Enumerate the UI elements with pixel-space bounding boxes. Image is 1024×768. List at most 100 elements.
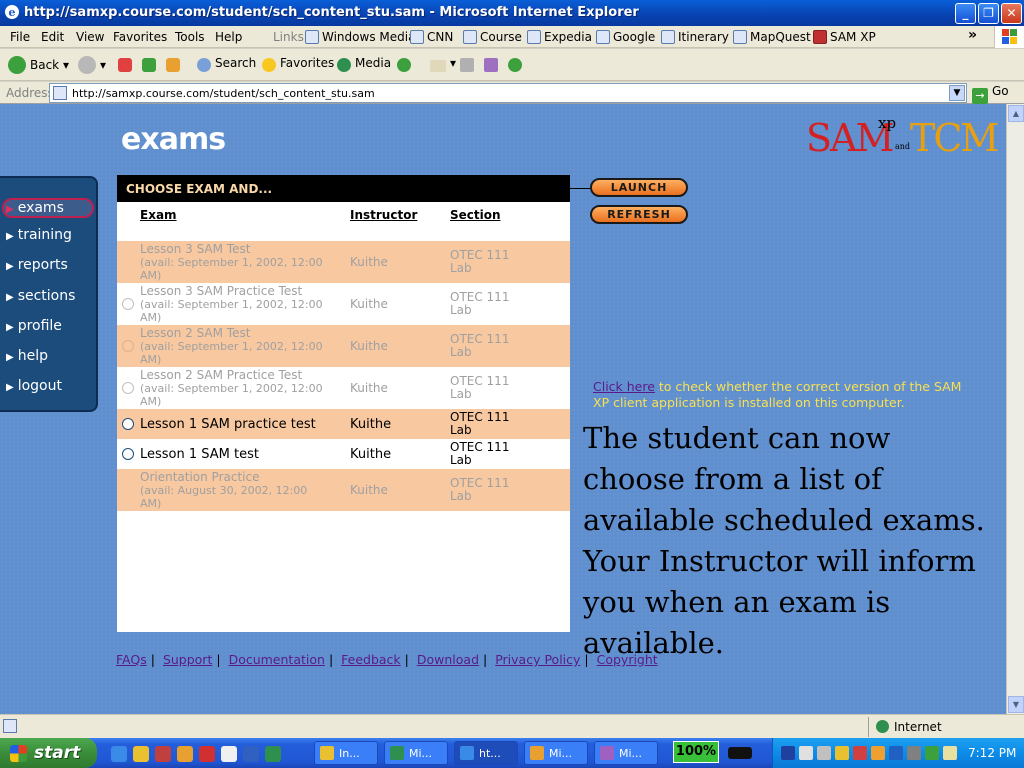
history-button[interactable] [397, 56, 415, 72]
menu-help[interactable]: Help [215, 30, 242, 44]
column-header-exam[interactable]: Exam [140, 208, 177, 222]
favorites-button[interactable]: Favorites [262, 56, 334, 72]
back-button[interactable]: Back ▾ [8, 56, 69, 74]
status-bar: Internet [0, 714, 1024, 738]
client-check-link[interactable]: Click here [593, 379, 655, 394]
star-icon [262, 58, 276, 72]
menu-file[interactable]: File [10, 30, 30, 44]
tray-app-icon[interactable] [853, 746, 867, 760]
address-dropdown-button[interactable]: ▼ [949, 85, 965, 101]
play-arrow-icon: ▶ [6, 231, 14, 242]
nav-exams[interactable]: ▶ exams [2, 198, 94, 218]
nav-help[interactable]: ▶ help [6, 348, 48, 364]
edit-button[interactable] [484, 56, 502, 72]
link-cnn[interactable]: CNN [410, 30, 453, 44]
folder-quicklaunch-icon[interactable] [177, 746, 193, 762]
messenger-icon [508, 58, 522, 72]
powerpoint-quicklaunch-icon[interactable] [199, 746, 215, 762]
minimize-button[interactable]: _ [955, 3, 976, 24]
column-header-instructor[interactable]: Instructor [350, 208, 417, 222]
forward-button[interactable]: ▾ [78, 56, 106, 74]
refresh-button[interactable]: REFRESH [590, 205, 688, 224]
links-more-chevron[interactable]: » [968, 27, 977, 43]
tray-network-icon[interactable] [817, 746, 831, 760]
history-icon [397, 58, 411, 72]
taskbar-item-powerpoint[interactable]: Mi... [524, 741, 588, 765]
ie-quicklaunch-icon[interactable] [111, 746, 127, 762]
go-button[interactable]: → Go [972, 84, 1009, 104]
sam-icon [813, 30, 827, 44]
menu-edit[interactable]: Edit [41, 30, 64, 44]
taskbar-item-app[interactable]: Mi... [594, 741, 658, 765]
powerpoint-icon [530, 746, 544, 760]
footer-link-feedback[interactable]: Feedback [341, 652, 401, 667]
nav-logout[interactable]: ▶ logout [6, 378, 62, 394]
start-button[interactable]: start [0, 738, 97, 768]
exam-radio-button[interactable] [122, 418, 134, 430]
taskbar-item-browser[interactable]: ht... [454, 741, 518, 765]
link-windows-media[interactable]: Windows Media [305, 30, 415, 44]
nav-training[interactable]: ▶ training [6, 227, 72, 243]
battery-icon[interactable] [728, 747, 752, 759]
media-button[interactable]: Media [337, 56, 391, 72]
media-quicklaunch-icon[interactable] [155, 746, 171, 762]
address-label: Address [6, 86, 54, 100]
home-button[interactable] [166, 56, 184, 72]
tray-app-icon[interactable] [871, 746, 885, 760]
column-header-section[interactable]: Section [450, 208, 501, 222]
footer-link-documentation[interactable]: Documentation [229, 652, 325, 667]
exam-radio-button[interactable] [122, 340, 134, 352]
messenger-button[interactable] [508, 56, 526, 72]
menu-favorites[interactable]: Favorites [113, 30, 167, 44]
stop-button[interactable] [118, 56, 136, 72]
scroll-up-arrow-icon[interactable]: ▲ [1008, 105, 1024, 122]
tray-app-icon[interactable] [907, 746, 921, 760]
tray-app-icon[interactable] [781, 746, 795, 760]
link-mapquest[interactable]: MapQuest [733, 30, 811, 44]
link-course[interactable]: Course [463, 30, 522, 44]
nav-sections[interactable]: ▶ sections [6, 288, 75, 304]
menu-view[interactable]: View [76, 30, 104, 44]
refresh-page-button[interactable] [142, 56, 160, 72]
link-google[interactable]: Google [596, 30, 655, 44]
zoom-indicator[interactable]: 100% [673, 741, 719, 763]
link-itinerary[interactable]: Itinerary [661, 30, 729, 44]
globe-quicklaunch-icon[interactable] [265, 746, 281, 762]
system-clock[interactable]: 7:12 PM [968, 746, 1016, 760]
mail-button[interactable]: ▾ [430, 56, 456, 72]
exam-radio-button[interactable] [122, 382, 134, 394]
tray-app-icon[interactable] [889, 746, 903, 760]
address-input[interactable]: http://samxp.course.com/student/sch_cont… [49, 83, 967, 103]
exam-radio-button[interactable] [122, 298, 134, 310]
footer-link-download[interactable]: Download [417, 652, 479, 667]
footer-link-copyright[interactable]: Copyright [597, 652, 658, 667]
nav-reports[interactable]: ▶ reports [6, 257, 68, 273]
tray-user-icon[interactable] [835, 746, 849, 760]
print-button[interactable] [460, 56, 478, 72]
play-arrow-icon: ▶ [6, 322, 14, 333]
scroll-down-arrow-icon[interactable]: ▼ [1008, 696, 1024, 713]
search-button[interactable]: Search [197, 56, 256, 72]
tray-network-icon[interactable] [799, 746, 813, 760]
outlook-quicklaunch-icon[interactable] [133, 746, 149, 762]
maximize-button[interactable]: ❐ [978, 3, 999, 24]
taskbar-item-excel[interactable]: Mi... [384, 741, 448, 765]
vertical-scrollbar[interactable]: ▲ ▼ [1006, 104, 1024, 714]
footer-link-support[interactable]: Support [163, 652, 212, 667]
exam-radio-button[interactable] [122, 448, 134, 460]
app-quicklaunch-icon[interactable] [221, 746, 237, 762]
taskbar-item-outlook[interactable]: In... [314, 741, 378, 765]
menu-tools[interactable]: Tools [175, 30, 205, 44]
close-button[interactable]: ✕ [1001, 3, 1022, 24]
internet-explorer-icon: e [5, 5, 19, 19]
tray-app-icon[interactable] [925, 746, 939, 760]
launch-button[interactable]: LAUNCH [590, 178, 688, 197]
app-quicklaunch-icon[interactable] [243, 746, 259, 762]
footer-link-faqs[interactable]: FAQs [116, 652, 147, 667]
play-arrow-icon: ▶ [6, 204, 14, 215]
link-sam-xp[interactable]: SAM XP [813, 30, 876, 44]
footer-link-privacy-policy[interactable]: Privacy Policy [495, 652, 580, 667]
link-expedia[interactable]: Expedia [527, 30, 592, 44]
nav-profile[interactable]: ▶ profile [6, 318, 62, 334]
tray-volume-icon[interactable] [943, 746, 957, 760]
